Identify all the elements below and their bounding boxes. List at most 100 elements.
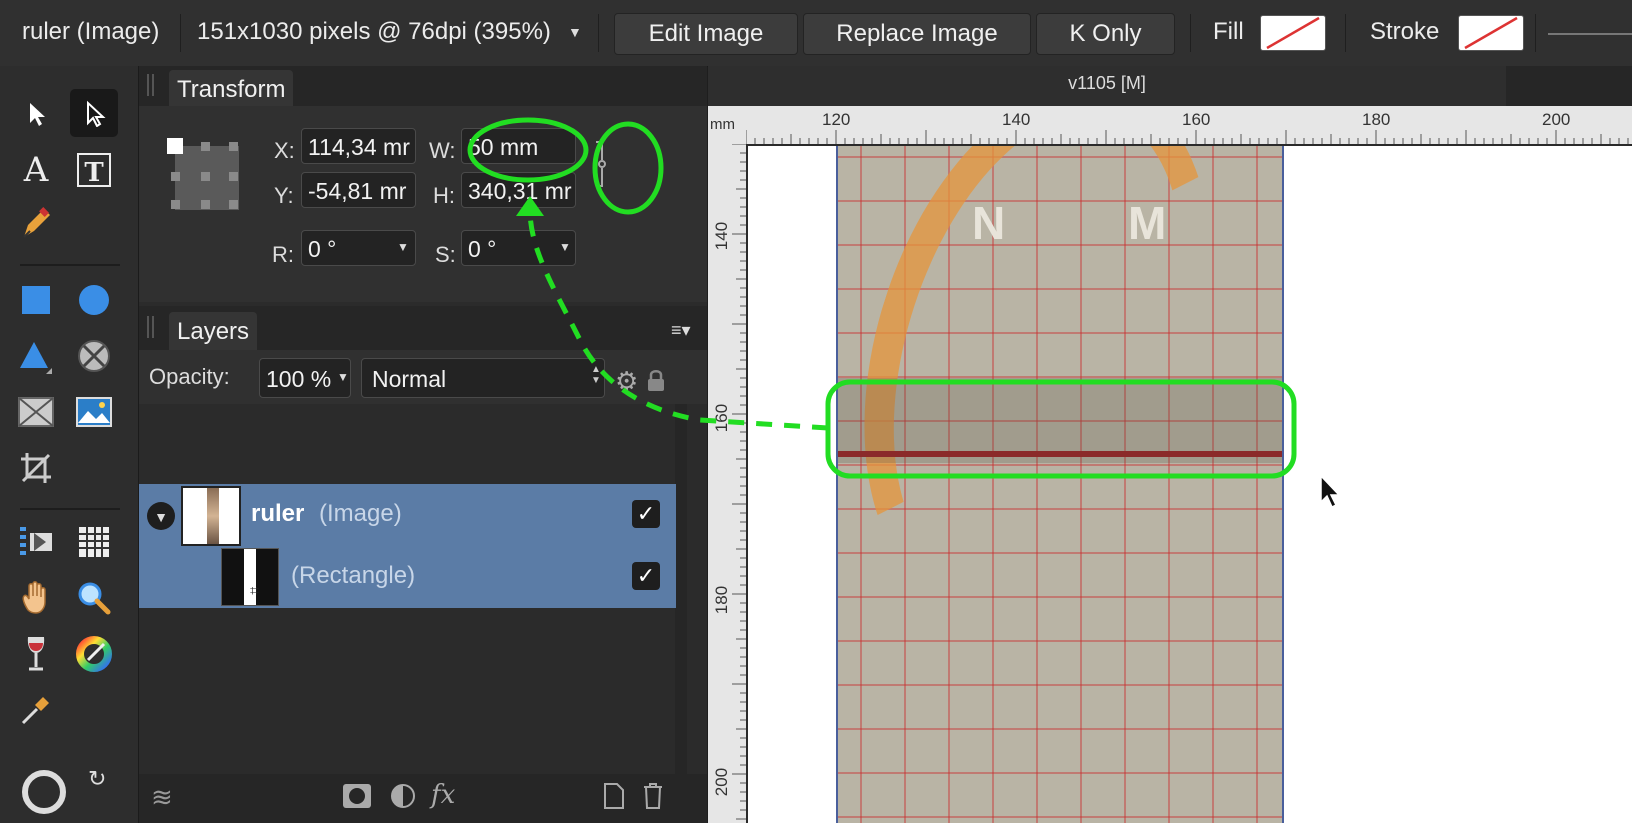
layer-row[interactable]: ▼ ruler (Image) ✓ [139,484,676,548]
node-tool-icon[interactable] [70,89,118,137]
document-tab[interactable]: v1105 [M] [708,66,1506,106]
chevron-down-icon[interactable]: ▼ [397,240,409,254]
scrollbar[interactable] [675,404,687,774]
s-label: S: [435,242,456,267]
layer-row[interactable]: ⌗ (Rectangle) ✓ [139,548,676,608]
stepper-icon[interactable]: ▲ ▼ [591,364,601,386]
image-letter: N [972,197,1006,249]
table-text-icon[interactable] [12,518,60,566]
tool-separator [20,264,120,266]
tools-panel: A T ↻ [0,66,139,823]
panel-grip-icon[interactable] [147,316,154,338]
layer-thumbnail [181,486,241,546]
wine-glass-icon[interactable] [12,630,60,678]
visibility-checkbox[interactable]: ✓ [632,500,660,528]
fill-swatch[interactable] [1260,15,1326,51]
y-label: Y: [274,183,294,208]
stroke-swatch[interactable] [1458,15,1524,51]
trash-icon[interactable] [642,782,664,815]
disclosure-triangle-icon[interactable]: ▼ [147,502,175,530]
fx-icon[interactable]: fx [431,780,455,810]
layer-thumbnail: ⌗ [221,548,279,606]
pen-tool-icon[interactable] [12,199,60,247]
layer-type: (Rectangle) [291,562,416,589]
layers-icon[interactable]: ≋ [151,782,173,813]
chevron-down-icon[interactable]: ▼ [337,370,349,384]
color-picker-icon[interactable] [70,630,118,678]
k-only-button[interactable]: K Only [1036,13,1175,55]
x-field[interactable]: 114,34 mr [301,128,416,164]
visibility-checkbox[interactable]: ✓ [632,562,660,590]
artistic-text-icon[interactable]: A [12,146,60,194]
blend-mode-select[interactable]: Normal [361,358,605,398]
v-ruler-tick-label: 200 [712,767,732,797]
svg-text:T: T [84,158,104,188]
anchor-selector[interactable] [167,138,243,214]
tool-separator [20,508,120,510]
ruler-image[interactable]: N M [836,146,1284,823]
shear-value: 0 ° [468,236,497,262]
hand-tool-icon[interactable] [12,574,60,622]
r-label: R: [272,242,294,267]
cursor-icon [1318,474,1344,515]
blend-mode-value: Normal [372,366,447,392]
h-ruler-tick-label: 140 [1002,110,1031,129]
ruler-unit: mm [710,116,735,133]
h-ruler-tick-label: 120 [822,110,851,129]
new-doc-icon[interactable] [603,782,625,815]
picture-frame-icon[interactable] [12,388,60,436]
chevron-down-icon[interactable]: ▼ [559,240,571,254]
edit-image-button[interactable]: Edit Image [614,13,798,55]
h-ruler-tick-label: 160 [1182,110,1211,129]
vertical-ruler[interactable] [708,106,746,823]
v-ruler-tick-label: 180 [712,585,732,615]
ellipse-tool-icon[interactable] [70,276,118,324]
toolbar-separator [1535,14,1536,52]
link-constrain-icon[interactable] [590,138,612,190]
gear-icon[interactable]: ⚙ [615,366,638,397]
panel-grip-icon[interactable] [147,74,154,96]
image-letter: M [1128,197,1167,249]
opacity-value: 100 % [266,366,332,392]
eyedropper-icon[interactable] [12,686,60,734]
toolbar-separator [1190,14,1191,52]
h-field[interactable]: 340,31 mr [461,172,576,208]
stroke-width-line[interactable] [1548,33,1632,35]
w-field[interactable]: 50 mm [461,128,576,164]
adjustment-icon[interactable] [391,784,415,808]
y-field[interactable]: -54,81 mr [301,172,416,208]
table-tool-icon[interactable] [70,518,118,566]
mask-icon[interactable] [343,784,371,808]
toolbar-separator [1345,14,1346,52]
context-toolbar: ruler (Image) 151x1030 pixels @ 76dpi (3… [0,0,1632,67]
image-info-dropdown[interactable]: 151x1030 pixels @ 76dpi (395%) [197,18,551,46]
lock-icon[interactable] [647,368,665,397]
rectangle-tool-icon[interactable] [12,276,60,324]
crop-tool-icon[interactable] [12,444,60,492]
chevron-down-icon[interactable]: ▼ [568,24,582,40]
stroke-label: Stroke [1370,18,1440,45]
h-ruler-tick-label: 180 [1362,110,1391,129]
panel-menu-icon[interactable]: ≡▾ [671,320,691,341]
swap-colors-icon[interactable]: ↻ [88,766,106,792]
object-type-label: ruler (Image) [22,18,160,45]
fill-label: Fill [1213,18,1244,45]
document-tab-bar: v1105 [M] [708,66,1632,107]
replace-image-button[interactable]: Replace Image [803,13,1031,55]
color-wheel-icon[interactable] [22,770,66,814]
v-ruler-tick-label: 160 [712,403,732,433]
image-placeholder-icon[interactable] [70,388,118,436]
frame-text-icon[interactable]: T [70,146,118,194]
layer-name: ruler [251,500,305,527]
zoom-tool-icon[interactable] [70,574,118,622]
opacity-label: Opacity: [149,364,230,389]
w-label: W: [429,138,456,163]
triangle-tool-icon[interactable] [12,332,60,380]
move-tool-icon[interactable] [12,89,60,137]
h-ruler-tick-label: 200 [1542,110,1571,129]
donut-tool-icon[interactable] [70,332,118,380]
ruler-red-line [838,451,1282,457]
tab-layers[interactable]: Layers [169,312,258,352]
h-label: H: [433,183,455,208]
tab-transform[interactable]: Transform [169,70,294,110]
